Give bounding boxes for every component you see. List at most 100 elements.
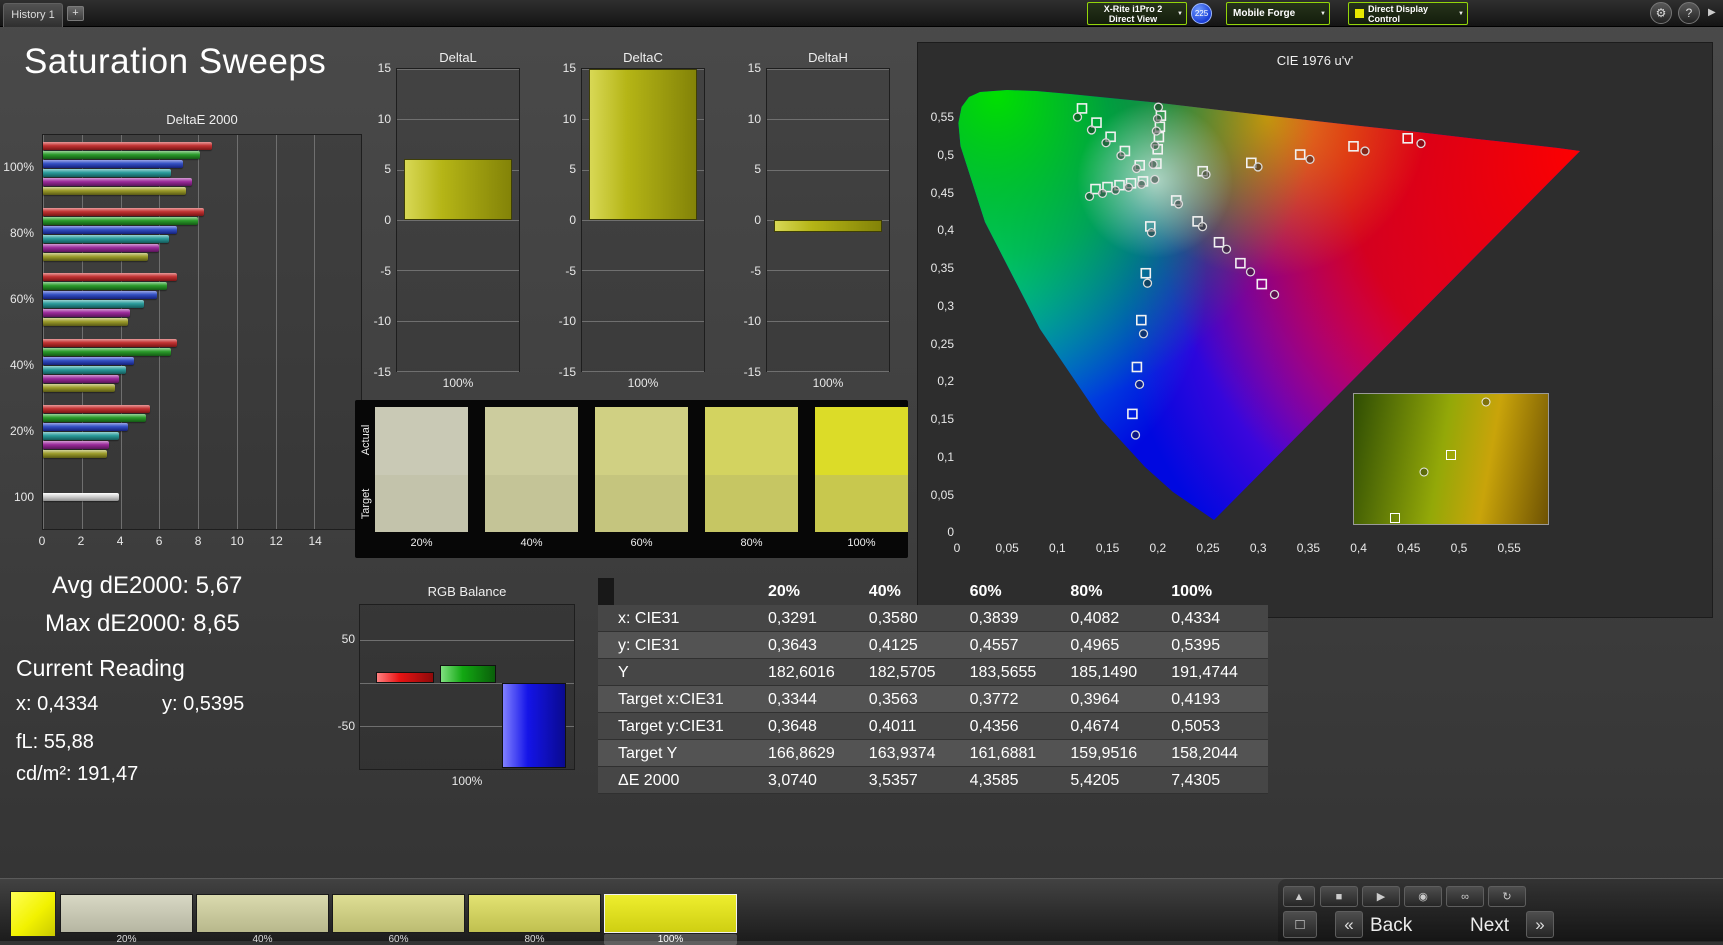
axis-tick-label: -15 xyxy=(373,365,391,379)
axis-tick-label: 10 xyxy=(562,111,576,126)
display-control-label: Direct Display Control xyxy=(1368,3,1429,24)
page-title: Saturation Sweeps xyxy=(24,42,327,81)
table-row-label: Y xyxy=(618,664,629,681)
axis-tick-label: 5 xyxy=(569,162,576,177)
actual-swatch xyxy=(595,407,688,475)
deltae-bar xyxy=(43,252,148,261)
table-cell: 166,8629 xyxy=(768,745,835,762)
inset-target-marker xyxy=(1389,512,1400,523)
table-cell: 182,6016 xyxy=(768,664,835,681)
cie-measurement-marker xyxy=(1131,163,1142,174)
deltae-bar xyxy=(43,234,170,243)
deltae-bar xyxy=(43,404,150,413)
table-row-label: ΔE 2000 xyxy=(618,772,680,789)
axis-tick-label: 0,35 xyxy=(930,261,954,275)
table-cell: 0,4193 xyxy=(1171,691,1221,708)
panel-collapse-button[interactable]: ▶ xyxy=(1708,7,1716,18)
table-row-label: Target x:CIE31 xyxy=(618,691,724,708)
measurement-table: 20% 40% 60% 80% 100% x: CIE31 0,3291 0,3580 0,38… xyxy=(598,578,1268,794)
deltae-bar xyxy=(43,168,171,177)
table-cell: 185,1490 xyxy=(1070,664,1138,681)
continuous-read-button[interactable]: ∞ xyxy=(1446,886,1484,907)
back-chevron-button[interactable]: « xyxy=(1335,911,1363,938)
patch-swatch-button[interactable] xyxy=(196,894,329,933)
axis-tick-label: 4 xyxy=(116,534,124,548)
axis-tick-label: -5 xyxy=(565,263,576,278)
delta-bar xyxy=(774,220,882,233)
table-column-header: 20% xyxy=(768,583,801,600)
axis-x-label: 100% xyxy=(442,376,474,390)
display-control-dropdown[interactable]: Direct Display Control ▼ xyxy=(1348,2,1468,25)
expand-up-button[interactable]: ▲ xyxy=(1283,886,1315,907)
frame-mode-button[interactable]: □ xyxy=(1283,911,1317,938)
deltae-group xyxy=(43,266,361,332)
source-dropdown[interactable]: Mobile Forge ▼ xyxy=(1226,2,1330,25)
delta-chart-deltac: DeltaC 15 10 5 0 -5 -10 -15 100% xyxy=(553,50,738,398)
table-cell: 0,5395 xyxy=(1171,637,1221,654)
swatch-column: 40% xyxy=(485,407,578,549)
axis-tick-label: -50 xyxy=(337,719,355,734)
table-column-header: 40% xyxy=(868,583,901,600)
stop-button[interactable]: ■ xyxy=(1320,886,1358,907)
deltae-bar xyxy=(43,207,204,216)
axis-tick-label: 0 xyxy=(38,534,46,548)
patch-swatch-button[interactable] xyxy=(604,894,737,933)
delta-plot-area xyxy=(396,68,520,372)
tab-history[interactable]: History 1 xyxy=(3,3,63,27)
axis-tick-label: 12 xyxy=(269,534,283,548)
refresh-button[interactable]: ↻ xyxy=(1488,886,1526,907)
cie-measurement-marker xyxy=(1245,267,1256,277)
play-icon: ▶ xyxy=(1376,891,1386,903)
cie-measurement-marker xyxy=(1151,126,1162,136)
patch-swatch-button[interactable] xyxy=(60,894,193,933)
axis-x-label: 100% xyxy=(812,376,844,390)
delta-charts: DeltaL 15 10 5 0 -5 -10 -15 100% DeltaC 15 10 5 0 -5 -1… xyxy=(368,50,924,398)
inset-measurement-marker xyxy=(1419,467,1429,477)
axis-tick-label: 2 xyxy=(77,534,85,548)
meter-dropdown-label: X-Rite i1Pro 2 Direct View xyxy=(1094,4,1172,24)
axis-tick-label: 15 xyxy=(747,61,761,75)
axis-tick-label: 10 xyxy=(747,111,761,126)
axis-tick-label: -15 xyxy=(558,365,576,379)
delta-gridline xyxy=(767,119,889,121)
axis-tick-label: 0,55 xyxy=(1497,541,1521,555)
meter-dropdown[interactable]: X-Rite i1Pro 2 Direct View ▼ xyxy=(1087,2,1187,25)
delta-y-axis: 15 10 5 0 -5 -10 -15 xyxy=(368,61,394,379)
axis-tick-label: 5 xyxy=(384,162,391,177)
axis-tick-label: 0,2 xyxy=(1149,541,1167,555)
meter-count-badge[interactable]: 225 xyxy=(1191,3,1212,24)
help-button[interactable]: ? xyxy=(1678,2,1700,24)
deltae-bar xyxy=(43,374,119,383)
delta-gridline xyxy=(767,270,889,272)
patch-swatch-button[interactable] xyxy=(332,894,465,933)
deltae-bar xyxy=(43,440,109,449)
rgb-green-bar xyxy=(440,664,496,683)
table-column-header: 100% xyxy=(1171,583,1213,600)
deltae-group xyxy=(43,135,361,201)
axis-tick-label: 5 xyxy=(754,162,761,177)
axis-tick-label: 0,3 xyxy=(937,298,954,313)
chart-title: DeltaC xyxy=(623,50,663,65)
axis-tick-label: 0 xyxy=(569,213,576,227)
delta-gridline xyxy=(582,371,704,372)
table-cell: 5,4205 xyxy=(1070,772,1120,789)
back-button[interactable]: Back xyxy=(1370,915,1412,937)
play-button[interactable]: ▶ xyxy=(1362,886,1400,907)
axis-tick-label: 10 xyxy=(377,111,391,126)
axis-tick-label: 60% xyxy=(9,292,34,306)
inset-target-marker xyxy=(1446,450,1456,461)
patch-swatch-label: 40% xyxy=(252,934,273,945)
table-column-header: 80% xyxy=(1070,583,1103,600)
settings-button[interactable]: ⚙ xyxy=(1650,2,1672,24)
cie-measurement-marker xyxy=(1084,191,1095,202)
axis-tick-label: 0,45 xyxy=(1397,541,1421,555)
next-chevron-button[interactable]: » xyxy=(1526,911,1554,938)
read-button[interactable]: ◉ xyxy=(1404,886,1442,907)
chart-title: DeltaH xyxy=(808,50,848,65)
add-tab-button[interactable]: + xyxy=(67,6,84,21)
patch-swatch-button[interactable] xyxy=(468,894,601,933)
transport-controls: ▲ ■ ▶ ◉ ∞ ↻ □ « Back Next » xyxy=(1278,879,1723,942)
deltae-bar xyxy=(43,383,115,392)
cie-locus-fill xyxy=(958,90,1580,520)
next-button[interactable]: Next xyxy=(1470,915,1509,937)
